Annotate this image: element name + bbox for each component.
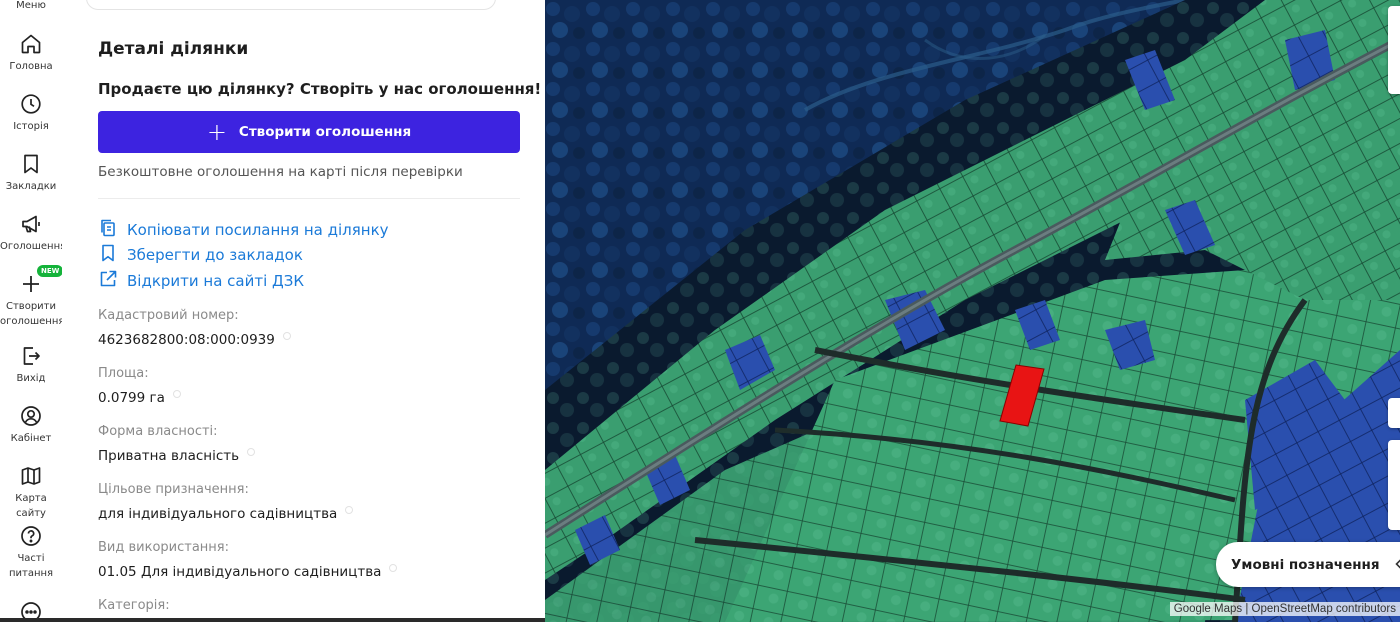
copy-link-button[interactable]: Копіювати посилання на ділянку bbox=[98, 219, 389, 241]
area-label: Площа: bbox=[98, 366, 149, 381]
legend-button-label: Умовні позначення bbox=[1231, 556, 1380, 573]
layers-button[interactable] bbox=[1388, 398, 1400, 428]
rail-item-listings-label: Оголошення bbox=[0, 241, 67, 252]
rail-menu[interactable]: Меню bbox=[0, 0, 62, 13]
create-listing-button[interactable]: + Створити оголошення bbox=[98, 111, 520, 153]
legend-button[interactable]: Умовні позначення bbox=[1216, 542, 1400, 587]
clock-icon bbox=[0, 92, 62, 116]
rail-menu-label: Меню bbox=[16, 0, 46, 11]
rail-item-faq[interactable]: Часті питання bbox=[0, 524, 62, 581]
bookmark-icon bbox=[98, 243, 127, 267]
area-value: 0.0799 га bbox=[98, 390, 181, 406]
map-view[interactable]: Умовні позначення Google Maps | OpenStre… bbox=[545, 0, 1400, 622]
info-icon bbox=[172, 390, 181, 398]
purpose-text: для індивідуального садівництва bbox=[98, 506, 338, 522]
panel-title: Деталі ділянки bbox=[98, 39, 249, 59]
purpose-value: для індивідуального садівництва bbox=[98, 506, 354, 522]
search-bar[interactable] bbox=[86, 0, 496, 10]
question-icon bbox=[0, 524, 62, 548]
rail-item-sitemap[interactable]: Карта сайту bbox=[0, 464, 62, 521]
rail-item-listings[interactable]: Оголошення bbox=[0, 212, 67, 254]
save-bookmark-label: Зберегти до закладок bbox=[127, 246, 303, 264]
rail-item-create-listing[interactable]: NEW Створити оголошення bbox=[0, 265, 65, 329]
plus-icon: + bbox=[206, 118, 227, 146]
save-bookmark-button[interactable]: Зберегти до закладок bbox=[98, 244, 303, 266]
logout-icon bbox=[0, 344, 62, 368]
external-link-icon bbox=[98, 269, 127, 293]
usage-text: 01.05 Для індивідуального садівництва bbox=[98, 564, 382, 580]
rail-item-cabinet[interactable]: Кабінет bbox=[0, 404, 62, 446]
rail-item-cabinet-label: Кабінет bbox=[10, 433, 52, 444]
usage-value: 01.05 Для індивідуального садівництва bbox=[98, 564, 398, 580]
info-icon bbox=[345, 506, 354, 514]
info-icon bbox=[389, 564, 398, 572]
rail-item-home[interactable]: Головна bbox=[0, 32, 62, 74]
megaphone-icon bbox=[0, 212, 62, 236]
open-dzk-link[interactable]: Відкрити на сайті ДЗК bbox=[98, 270, 304, 292]
rail-item-create-listing-label: Створити оголошення bbox=[0, 301, 65, 327]
category-label: Категорія: bbox=[98, 598, 170, 613]
cadastral-number-text: 4623682800:08:000:0939 bbox=[98, 332, 275, 348]
divider bbox=[98, 198, 520, 199]
cadastral-number-value[interactable]: 4623682800:08:000:0939 bbox=[98, 332, 291, 348]
home-icon bbox=[0, 32, 62, 56]
rail-item-history[interactable]: Історія bbox=[0, 92, 62, 134]
info-icon bbox=[247, 448, 256, 456]
usage-label: Вид використання: bbox=[98, 540, 229, 555]
new-badge: NEW bbox=[37, 265, 64, 277]
info-icon bbox=[282, 332, 291, 340]
map-attribution[interactable]: Google Maps | OpenStreetMap contributors bbox=[1169, 602, 1400, 616]
ownership-label: Форма власності: bbox=[98, 424, 218, 439]
rail-item-bookmarks-label: Закладки bbox=[5, 181, 57, 192]
zoom-controls[interactable] bbox=[1388, 440, 1400, 530]
cadastral-number-label: Кадастровий номер: bbox=[98, 308, 239, 323]
ownership-text: Приватна власність bbox=[98, 448, 240, 464]
rail-item-logout-label: Вихід bbox=[16, 373, 46, 384]
area-text: 0.0799 га bbox=[98, 390, 165, 406]
rail-item-bookmarks[interactable]: Закладки bbox=[0, 152, 62, 194]
rail-item-history-label: Історія bbox=[13, 121, 49, 132]
satellite-map[interactable] bbox=[545, 0, 1400, 622]
free-listing-note: Безкоштовне оголошення на карті після пе… bbox=[98, 164, 463, 180]
map-icon bbox=[0, 464, 62, 488]
copy-icon bbox=[98, 218, 127, 242]
bookmark-icon bbox=[0, 152, 62, 176]
create-listing-button-label: Створити оголошення bbox=[238, 124, 412, 140]
parcel-details-panel: Деталі ділянки Продаєте цю ділянку? Ство… bbox=[62, 0, 545, 622]
purpose-label: Цільове призначення: bbox=[98, 482, 249, 497]
copy-link-label: Копіювати посилання на ділянку bbox=[127, 221, 389, 239]
rail-item-home-label: Головна bbox=[9, 61, 53, 72]
left-rail: Меню Головна Історія Закладки Оголошення… bbox=[0, 0, 67, 622]
rail-item-logout[interactable]: Вихід bbox=[0, 344, 62, 386]
rail-item-sitemap-label: Карта сайту bbox=[15, 493, 47, 519]
map-controls[interactable] bbox=[1388, 6, 1400, 94]
user-icon bbox=[0, 404, 62, 428]
taskbar-strip bbox=[0, 618, 545, 622]
ownership-value: Приватна власність bbox=[98, 448, 256, 464]
open-dzk-label: Відкрити на сайті ДЗК bbox=[127, 272, 305, 290]
sell-promo-text: Продаєте цю ділянку? Створіть у нас огол… bbox=[98, 80, 542, 98]
rail-item-faq-label: Часті питання bbox=[8, 553, 54, 579]
chevron-left-icon bbox=[1394, 555, 1400, 574]
